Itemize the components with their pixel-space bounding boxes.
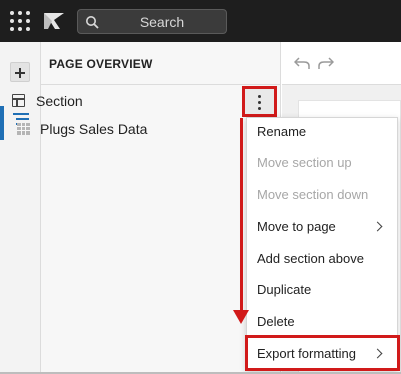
annotation-arrow-head-icon (233, 310, 249, 324)
top-bar: Search (0, 0, 401, 42)
export-formatting-highlight (245, 335, 400, 371)
menu-item-add-section-above[interactable]: Add section above (247, 245, 397, 275)
menu-item-label: Move section up (257, 155, 352, 170)
undo-icon[interactable] (294, 56, 310, 70)
menu-item-label: Duplicate (257, 282, 312, 297)
plugs-sales-data-item[interactable]: Plugs Sales Data (40, 121, 147, 137)
menu-item-label: Delete (257, 314, 295, 329)
annotation-arrow-line (240, 118, 243, 312)
chevron-right-icon (372, 221, 383, 232)
redo-icon[interactable] (318, 56, 334, 70)
apps-grid-icon[interactable] (10, 11, 32, 33)
sigma-logo-icon[interactable] (42, 10, 66, 32)
menu-item-duplicate[interactable]: Duplicate (247, 276, 397, 306)
menu-item-move-section-up: Move section up (247, 149, 397, 179)
menu-item-label: Move section down (257, 187, 369, 202)
menu-item-rename[interactable]: Rename (247, 118, 397, 148)
menu-item-move-to-page[interactable]: Move to page (247, 213, 397, 243)
canvas-toolbar (282, 42, 401, 85)
menu-item-delete[interactable]: Delete (247, 308, 397, 338)
more-options-button[interactable] (242, 86, 277, 117)
panel-title: PAGE OVERVIEW (49, 57, 153, 71)
vertical-dots-icon (258, 93, 262, 112)
menu-item-label: Move to page (257, 219, 336, 234)
add-element-button[interactable] (10, 62, 30, 82)
menu-item-label: Add section above (257, 251, 364, 266)
section-label[interactable]: Section (36, 93, 83, 109)
section-context-menu: Rename Move section up Move section down… (246, 117, 398, 371)
menu-item-move-section-down: Move section down (247, 181, 397, 211)
search-input[interactable]: Search (77, 9, 227, 34)
menu-item-label: Rename (257, 124, 307, 139)
section-layout-icon (12, 94, 25, 107)
table-icon (17, 123, 30, 135)
search-placeholder: Search (139, 14, 185, 30)
divider (41, 84, 281, 85)
